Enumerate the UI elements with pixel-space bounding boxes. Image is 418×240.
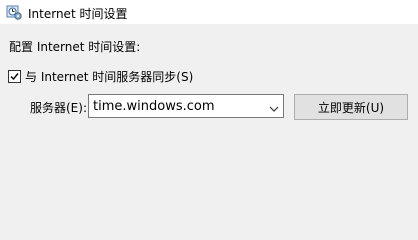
server-combobox[interactable]: time.windows.com [88,94,284,118]
server-value: time.windows.com [93,99,215,114]
update-now-button[interactable]: 立即更新(U) [294,94,408,120]
clock-settings-icon [6,4,22,20]
sync-checkbox[interactable] [8,69,21,83]
sync-checkbox-row[interactable]: 与 Internet 时间服务器同步(S) [8,68,193,84]
sync-checkbox-label: 与 Internet 时间服务器同步(S) [25,69,194,84]
chevron-down-icon[interactable] [269,102,279,112]
title-bar: Internet 时间设置 [0,0,418,24]
checkmark-icon [10,72,19,80]
dialog-heading: 配置 Internet 时间设置: [9,40,141,54]
window-title: Internet 时间设置 [28,7,128,21]
server-label: 服务器(E): [30,101,87,115]
